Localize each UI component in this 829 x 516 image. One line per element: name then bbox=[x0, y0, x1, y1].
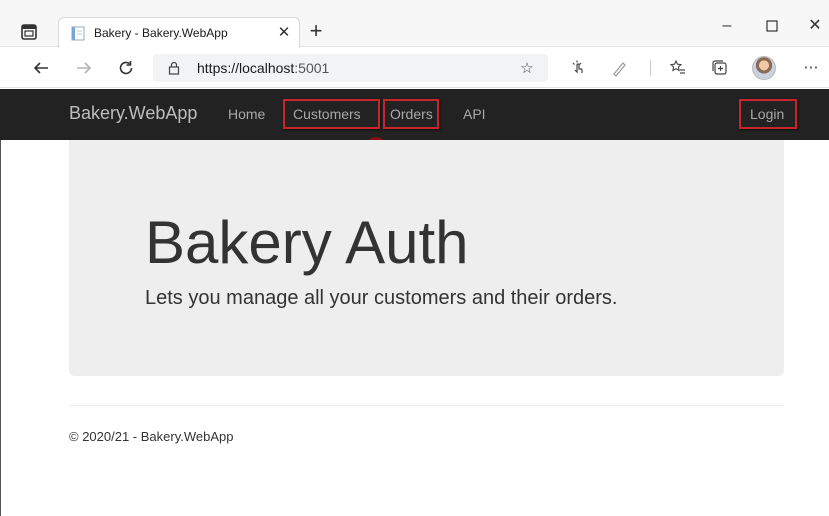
back-arrow-icon[interactable] bbox=[29, 56, 53, 80]
touch-icon[interactable] bbox=[567, 57, 589, 79]
login-highlight-box bbox=[739, 99, 797, 129]
browser-tab[interactable]: Bakery - Bakery.WebApp ✕ bbox=[58, 17, 300, 48]
site-brand-link[interactable]: Bakery.WebApp bbox=[69, 103, 197, 124]
footer-divider bbox=[69, 405, 784, 406]
plus-icon[interactable]: + bbox=[305, 20, 327, 43]
profile-avatar[interactable] bbox=[752, 56, 776, 80]
add-favorite-icon[interactable]: ☆ bbox=[518, 60, 536, 78]
forward-arrow-icon[interactable] bbox=[72, 56, 96, 80]
close-window-icon[interactable]: ✕ bbox=[800, 16, 829, 36]
browser-tabstrip: Bakery - Bakery.WebApp ✕ + – ✕ bbox=[0, 0, 829, 48]
url-text: https://localhost:5001 bbox=[197, 60, 330, 76]
footer-text: © 2020/21 - Bakery.WebApp bbox=[69, 429, 234, 444]
nav-home-link[interactable]: Home bbox=[228, 106, 265, 122]
toolbar-divider bbox=[650, 60, 651, 76]
page-favicon-icon bbox=[71, 26, 85, 41]
site-navbar: Bakery.WebApp Home Customers Orders API … bbox=[0, 89, 829, 140]
more-icon[interactable]: ⋯ bbox=[800, 57, 822, 79]
url-input[interactable]: https://localhost:5001 ☆ bbox=[153, 54, 548, 82]
window-edge bbox=[0, 140, 1, 516]
favorites-list-icon[interactable] bbox=[667, 57, 689, 79]
page-title: Bakery Auth bbox=[145, 209, 469, 276]
minimize-icon[interactable]: – bbox=[712, 16, 742, 36]
page-lead: Lets you manage all your customers and t… bbox=[145, 287, 618, 309]
tab-title: Bakery - Bakery.WebApp bbox=[94, 26, 228, 40]
nav-api-link[interactable]: API bbox=[463, 106, 486, 122]
close-icon[interactable]: ✕ bbox=[276, 25, 292, 41]
collections-icon[interactable] bbox=[709, 57, 731, 79]
tab-actions-icon[interactable] bbox=[19, 22, 39, 42]
refresh-icon[interactable] bbox=[114, 56, 138, 80]
pen-icon[interactable] bbox=[609, 57, 631, 79]
customers-highlight-box bbox=[283, 99, 380, 129]
jumbotron: Bakery Auth Lets you manage all your cus… bbox=[69, 140, 784, 376]
maximize-icon[interactable] bbox=[757, 16, 787, 36]
address-bar: https://localhost:5001 ☆ ⋯ bbox=[0, 48, 829, 88]
orders-highlight-box bbox=[383, 99, 439, 129]
lock-icon[interactable] bbox=[167, 61, 181, 75]
